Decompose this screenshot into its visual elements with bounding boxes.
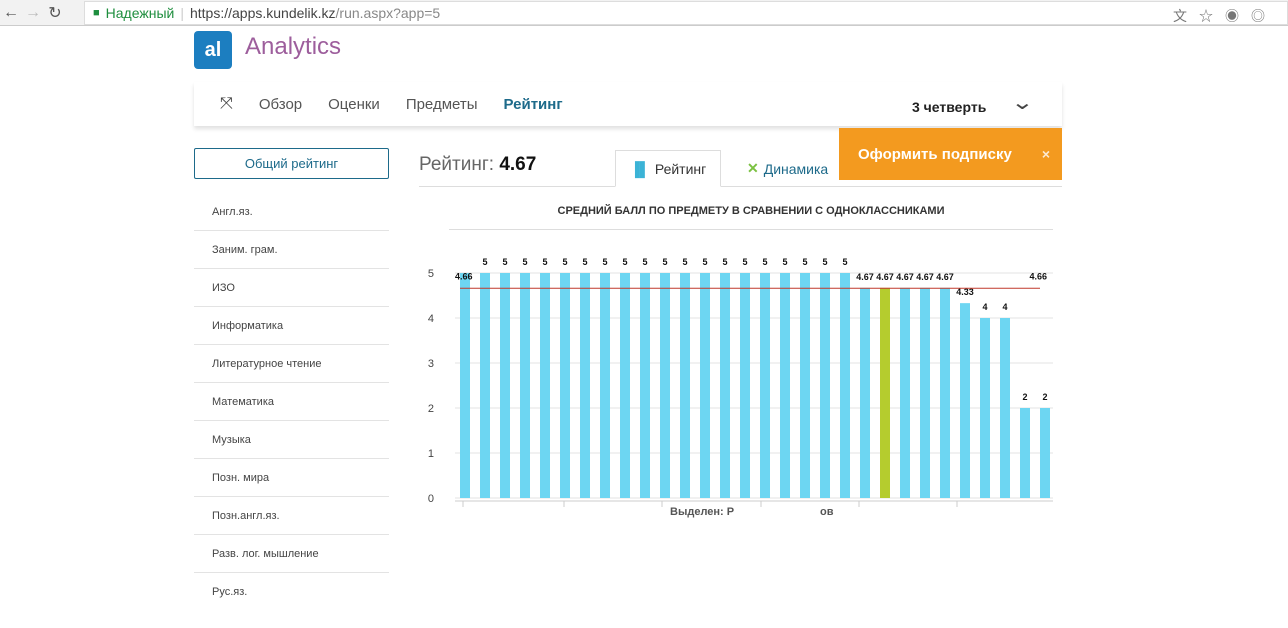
bar	[860, 287, 870, 498]
data-label: 5	[702, 257, 707, 267]
data-label: 5	[722, 257, 727, 267]
data-label: 4	[1002, 302, 1007, 312]
data-label: 5	[602, 257, 607, 267]
bar	[820, 273, 830, 498]
bar	[520, 273, 530, 498]
y-tick-label: 5	[428, 268, 434, 280]
data-label: 4.67	[876, 272, 894, 282]
bar	[700, 273, 710, 498]
bar	[620, 273, 630, 498]
bar	[980, 318, 990, 498]
data-label: 5	[742, 257, 747, 267]
data-label: 4.67	[856, 272, 874, 282]
data-label: 4.67	[936, 272, 954, 282]
data-label: 5	[582, 257, 587, 267]
data-label: 5	[822, 257, 827, 267]
bar	[960, 303, 970, 498]
bar	[460, 273, 470, 498]
bar	[940, 287, 950, 498]
bar	[760, 273, 770, 498]
bar	[680, 273, 690, 498]
bar	[1020, 408, 1030, 498]
data-label: 5	[542, 257, 547, 267]
data-label: 4.67	[896, 272, 914, 282]
bar	[660, 273, 670, 498]
y-tick-label: 4	[428, 313, 434, 325]
data-label: 4.67	[916, 272, 934, 282]
data-label: 5	[622, 257, 627, 267]
bar	[540, 273, 550, 498]
average-label-right: 4.66	[1029, 271, 1047, 281]
bar	[880, 287, 890, 498]
bar	[800, 273, 810, 498]
data-label: 5	[762, 257, 767, 267]
data-label: 5	[802, 257, 807, 267]
bar	[720, 273, 730, 498]
data-label: 5	[842, 257, 847, 267]
data-label: 5	[522, 257, 527, 267]
bar	[640, 273, 650, 498]
bar	[500, 273, 510, 498]
bar	[900, 287, 910, 498]
y-tick-label: 2	[428, 403, 434, 415]
data-label: 5	[682, 257, 687, 267]
bar	[480, 273, 490, 498]
data-label: 5	[662, 257, 667, 267]
data-label: 5	[482, 257, 487, 267]
bar	[840, 273, 850, 498]
bar	[780, 273, 790, 498]
data-label: 5	[502, 257, 507, 267]
y-tick-label: 0	[428, 493, 434, 505]
y-tick-label: 1	[428, 448, 434, 460]
bar	[1000, 318, 1010, 498]
bar	[580, 273, 590, 498]
bar	[740, 273, 750, 498]
data-label: 5	[562, 257, 567, 267]
bar	[600, 273, 610, 498]
bar	[1040, 408, 1050, 498]
data-label: 2	[1042, 392, 1047, 402]
data-label: 4	[982, 302, 987, 312]
data-label: 5	[782, 257, 787, 267]
rating-chart: 0123455 5 5 5 5 5 5 5 5 5 5 5 5 5 5 5 5 5 54.67 4.67 4.67 4.6…	[428, 257, 1053, 518]
data-label: 5	[642, 257, 647, 267]
x-axis-label: Выделен: Р	[670, 506, 734, 518]
x-axis-label-end: ов	[820, 506, 834, 518]
y-tick-label: 3	[428, 358, 434, 370]
bar	[560, 273, 570, 498]
average-label-left: 4.66	[455, 271, 473, 281]
data-label: 2	[1022, 392, 1027, 402]
bar	[920, 287, 930, 498]
